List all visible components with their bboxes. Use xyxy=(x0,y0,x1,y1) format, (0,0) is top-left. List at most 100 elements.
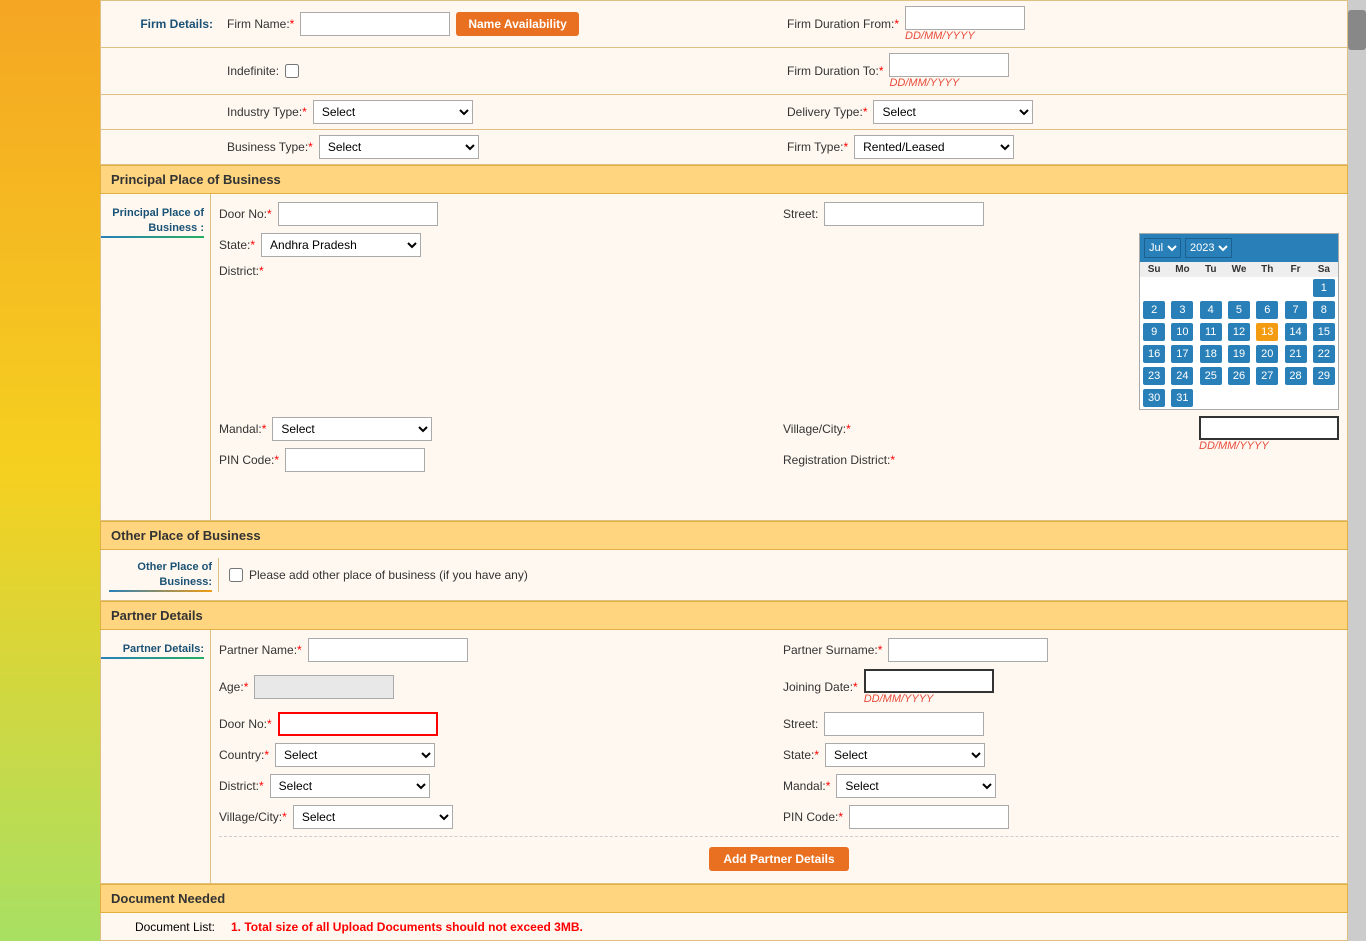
cal-day-8[interactable]: 8 xyxy=(1313,301,1335,319)
ppb-district-label: District:* xyxy=(219,264,264,278)
partner-door-input[interactable] xyxy=(278,712,438,736)
partner-surname-input[interactable] xyxy=(888,638,1048,662)
cal-day-18[interactable]: 18 xyxy=(1200,345,1222,363)
cal-day-25[interactable]: 25 xyxy=(1200,367,1222,385)
cal-day-26[interactable]: 26 xyxy=(1228,367,1250,385)
cal-day-30[interactable]: 30 xyxy=(1143,389,1165,407)
ppb-pin-input[interactable] xyxy=(285,448,425,472)
partner-street-label: Street: xyxy=(783,717,818,731)
indefinite-checkbox[interactable] xyxy=(285,64,299,78)
firm-duration-to-hint: DD/MM/YYYY xyxy=(889,77,1009,89)
cal-day-15[interactable]: 15 xyxy=(1313,323,1335,341)
partner-name-row: Partner Name:* Partner Surname:* xyxy=(219,638,1339,662)
ppb-mandal-col: Mandal:* Select xyxy=(219,417,775,441)
cal-header-mo: Mo xyxy=(1168,262,1196,277)
cal-header-su: Su xyxy=(1140,262,1168,277)
cal-day-12[interactable]: 12 xyxy=(1228,323,1250,341)
business-type-select[interactable]: Select xyxy=(319,135,479,159)
cal-day-22[interactable]: 22 xyxy=(1313,345,1335,363)
partner-street-col: Street: xyxy=(783,712,1339,736)
ppb-mandal-select[interactable]: Select xyxy=(272,417,432,441)
ppb-door-input[interactable] xyxy=(278,202,438,226)
calendar-grid: Su Mo Tu We Th Fr Sa xyxy=(1140,262,1338,409)
sidebar-underline xyxy=(101,236,204,238)
cal-day-7[interactable]: 7 xyxy=(1285,301,1307,319)
cal-day-13[interactable]: 13 xyxy=(1256,323,1278,341)
partner-district-select[interactable]: Select xyxy=(270,774,430,798)
cal-day-16[interactable]: 16 xyxy=(1143,345,1165,363)
cal-day-21[interactable]: 21 xyxy=(1285,345,1307,363)
cal-day-5[interactable]: 5 xyxy=(1228,301,1250,319)
partner-country-select[interactable]: Select xyxy=(275,743,435,767)
age-col: Age:* xyxy=(219,675,775,699)
partner-details-header: Partner Details xyxy=(100,601,1348,630)
partner-street-input[interactable] xyxy=(824,712,984,736)
industry-type-col: Industry Type:* Select xyxy=(227,100,779,124)
cal-day-27[interactable]: 27 xyxy=(1256,367,1278,385)
other-sidebar-underline xyxy=(109,590,212,592)
name-availability-button[interactable]: Name Availability xyxy=(456,12,578,36)
indefinite-label: Indefinite: xyxy=(227,64,279,78)
other-place-checkbox[interactable] xyxy=(229,568,243,582)
right-scrollbar[interactable] xyxy=(1348,0,1366,941)
partner-name-input[interactable] xyxy=(308,638,468,662)
cal-day-28[interactable]: 28 xyxy=(1285,367,1307,385)
cal-day-24[interactable]: 24 xyxy=(1171,367,1193,385)
cal-header-tu: Tu xyxy=(1197,262,1225,277)
cal-day-4[interactable]: 4 xyxy=(1200,301,1222,319)
add-partner-btn-area: Add Partner Details xyxy=(219,836,1339,871)
cal-day-6[interactable]: 6 xyxy=(1256,301,1278,319)
delivery-type-label: Delivery Type:* xyxy=(787,105,867,119)
cal-day-17[interactable]: 17 xyxy=(1171,345,1193,363)
calendar-header: Jul 2023 xyxy=(1140,234,1338,262)
ppb-reg-district-col: Registration District:* xyxy=(783,453,1339,467)
age-label: Age:* xyxy=(219,680,248,694)
document-list-label: Document List: xyxy=(111,919,221,934)
ppb-street-input[interactable] xyxy=(824,202,984,226)
cal-day-3[interactable]: 3 xyxy=(1171,301,1193,319)
month-select[interactable]: Jul xyxy=(1144,238,1181,258)
partner-pin-input[interactable] xyxy=(849,805,1009,829)
cal-day-11[interactable]: 11 xyxy=(1200,323,1222,341)
joining-date-main-input[interactable] xyxy=(864,669,994,693)
industry-type-select[interactable]: Select xyxy=(313,100,473,124)
add-partner-button[interactable]: Add Partner Details xyxy=(709,847,848,871)
year-select[interactable]: 2023 xyxy=(1185,238,1232,258)
ppb-state-select[interactable]: Andhra Pradesh Telangana xyxy=(261,233,421,257)
cal-day-14[interactable]: 14 xyxy=(1285,323,1307,341)
firm-name-input[interactable] xyxy=(300,12,450,36)
partner-district-label: District:* xyxy=(219,779,264,793)
scrollbar-thumb[interactable] xyxy=(1348,10,1366,50)
age-input[interactable] xyxy=(254,675,394,699)
cal-day-9[interactable]: 9 xyxy=(1143,323,1165,341)
partner-village-row: Village/City:* Select PIN Code:* xyxy=(219,805,1339,829)
cal-day-19[interactable]: 19 xyxy=(1228,345,1250,363)
partner-village-select[interactable]: Select xyxy=(293,805,453,829)
cal-day-2[interactable]: 2 xyxy=(1143,301,1165,319)
business-type-row: Business Type:* Select Firm Type:* Rente… xyxy=(100,130,1348,165)
delivery-type-select[interactable]: Select xyxy=(873,100,1033,124)
cal-day-10[interactable]: 10 xyxy=(1171,323,1193,341)
partner-district-row: District:* Select Mandal:* Select xyxy=(219,774,1339,798)
principal-place-sidebar: Principal Place of Business : xyxy=(101,194,211,520)
partner-mandal-select[interactable]: Select xyxy=(836,774,996,798)
partner-mandal-label: Mandal:* xyxy=(783,779,830,793)
partner-state-select[interactable]: Select xyxy=(825,743,985,767)
firm-type-select[interactable]: Rented/Leased Owned xyxy=(854,135,1014,159)
ppb-street-label: Street: xyxy=(783,207,818,221)
cal-day-31[interactable]: 31 xyxy=(1171,389,1193,407)
joining-date-input[interactable] xyxy=(1199,416,1339,440)
partner-state-label: State:* xyxy=(783,748,819,762)
ppb-pin-col: PIN Code:* xyxy=(219,448,775,472)
ppb-state-row: State:* Andhra Pradesh Telangana Distric… xyxy=(219,233,1339,410)
cal-day-23[interactable]: 23 xyxy=(1143,367,1165,385)
content-area: Firm Details: Firm Name:* Name Availabil… xyxy=(100,0,1348,941)
partner-pin-label: PIN Code:* xyxy=(783,810,843,824)
firm-duration-from-input[interactable] xyxy=(905,6,1025,30)
cal-day-20[interactable]: 20 xyxy=(1256,345,1278,363)
cal-day-1[interactable]: 1 xyxy=(1313,279,1335,297)
ppb-door-row: Door No:* Street: xyxy=(219,202,1339,226)
other-place-body: Other Place of Business: Please add othe… xyxy=(100,550,1348,601)
firm-duration-to-input[interactable] xyxy=(889,53,1009,77)
cal-day-29[interactable]: 29 xyxy=(1313,367,1335,385)
